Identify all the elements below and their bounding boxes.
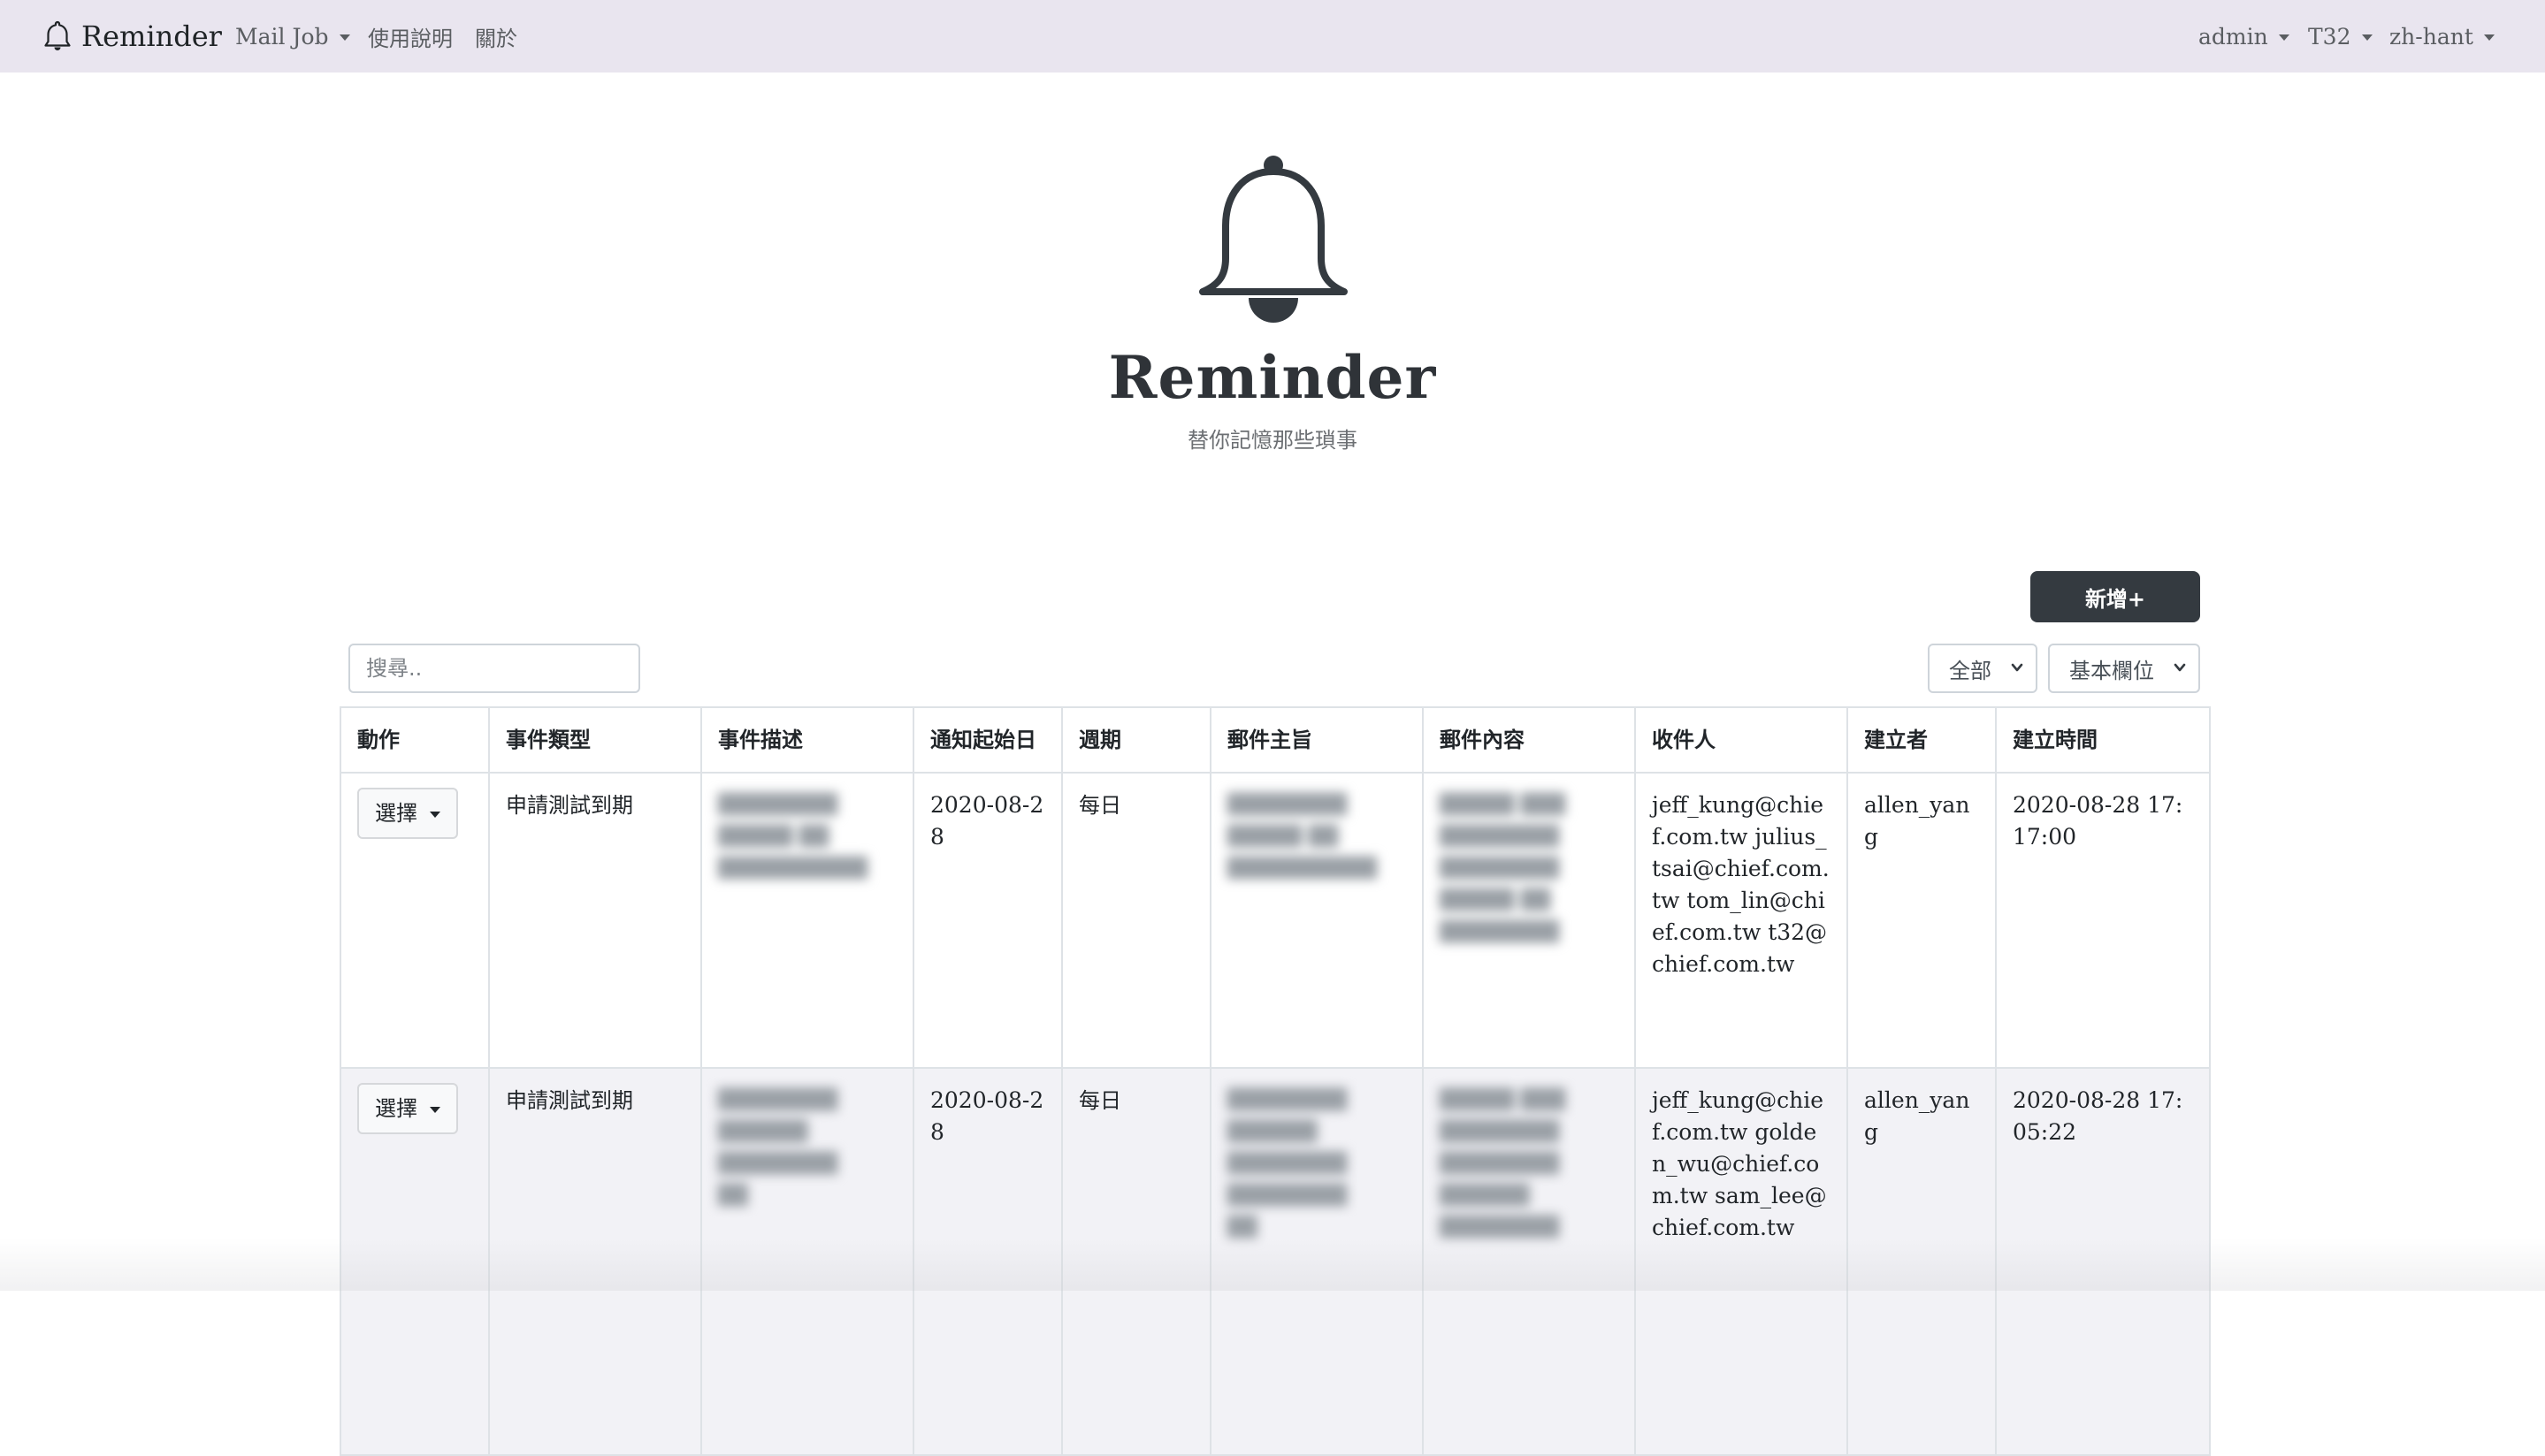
bell-icon [44,20,71,50]
brand-name: Reminder [81,19,222,53]
event-type-cell: 申請測試到期 [488,1067,702,1456]
mail-content-cell: █████ ███ ████████ ████████ █████ ██ ███████… [1422,772,1636,1069]
nav-mail-job-dropdown[interactable]: Mail Job [235,0,350,72]
period-cell: 每日 [1061,1067,1211,1456]
choose-action-button[interactable]: 選擇 [357,1083,458,1134]
table-row: 選擇 申請測試到期 ████████ █████ ██ ██████████ 202… [340,772,2211,1069]
column-header[interactable]: 週期 [1061,706,1211,774]
nav-help-link[interactable]: 使用說明 [368,0,453,72]
columns-select-value: 基本欄位 [2069,658,2154,683]
user-name: admin [2198,23,2268,50]
created-at-cell: 2020-08-28 17:17:00 [1995,772,2211,1069]
caret-down-icon [339,34,350,41]
org-name: T32 [2308,23,2351,50]
start-date-cell: 2020-08-28 [913,1067,1063,1456]
filter-select-value: 全部 [1949,658,1991,683]
reminder-table: 動作 事件類型 事件描述 通知起始日 週期 郵件主旨 郵件內容 收件人 建立者 … [340,706,2211,1456]
mail-subject-cell: ████████ ██████ ████████ ████████ ██ [1210,1067,1424,1456]
caret-down-icon [430,1106,440,1113]
filter-select[interactable]: 全部 [1928,644,2037,693]
redacted-text: █████ ███ ████████ ████████ ██████ ████████ [1440,1089,1566,1239]
action-cell: 選擇 [340,772,490,1069]
redacted-text: ████████ █████ ██ ██████████ [1227,794,1378,880]
caret-down-icon [430,811,440,818]
columns-select[interactable]: 基本欄位 [2048,644,2200,693]
chevron-down-icon [2011,663,2023,672]
choose-action-label: 選擇 [375,1096,417,1121]
page-subtitle: 替你記憶那些瑣事 [1188,428,1357,453]
nav-about-label: 關於 [475,26,517,51]
column-header[interactable]: 動作 [340,706,490,774]
creator-cell: allen_yang [1846,772,1997,1069]
event-description-cell: ████████ █████ ██ ██████████ [700,772,914,1069]
start-date-cell: 2020-08-28 [913,772,1063,1069]
redacted-text: ████████ ██████ ████████ ████████ ██ [1227,1089,1348,1239]
event-description-cell: ████████ ██████ ████████ ██ [700,1067,914,1456]
column-header[interactable]: 收件人 [1634,706,1848,774]
event-type-cell: 申請測試到期 [488,772,702,1069]
search-input[interactable] [348,644,640,693]
add-button[interactable]: 新增+ [2030,571,2200,622]
redacted-text: ████████ ██████ ████████ ██ [718,1089,838,1207]
created-at-cell: 2020-08-28 17:05:22 [1995,1067,2211,1456]
choose-action-label: 選擇 [375,801,417,826]
chevron-down-icon [2174,663,2186,672]
nav-about-link[interactable]: 關於 [475,0,517,72]
column-header[interactable]: 事件描述 [700,706,914,774]
nav-mail-job-label: Mail Job [235,23,329,50]
column-header[interactable]: 建立者 [1846,706,1997,774]
brand-link[interactable]: Reminder [42,0,222,72]
bell-icon [1199,156,1348,323]
language-dropdown[interactable]: zh-hant [2389,0,2495,72]
redacted-text: █████ ███ ████████ ████████ █████ ██ ███████… [1440,794,1566,943]
caret-down-icon [2361,34,2373,41]
table-row: 選擇 申請測試到期 ████████ ██████ ████████ ██ 2020-… [340,1067,2211,1456]
column-header[interactable]: 通知起始日 [913,706,1063,774]
caret-down-icon [2278,34,2289,41]
recipients-cell: jeff_kung@chief.com.tw golden_wu@chief.c… [1634,1067,1848,1456]
column-header[interactable]: 建立時間 [1995,706,2211,774]
language-name: zh-hant [2389,23,2473,50]
org-dropdown[interactable]: T32 [2308,0,2373,72]
recipients-cell: jeff_kung@chief.com.tw julius_tsai@chief… [1634,772,1848,1069]
page-title: Reminder [1108,343,1437,412]
period-cell: 每日 [1061,772,1211,1069]
redacted-text: ████████ █████ ██ ██████████ [718,794,868,880]
column-header[interactable]: 事件類型 [488,706,702,774]
nav-help-label: 使用說明 [368,26,453,51]
column-header[interactable]: 郵件內容 [1422,706,1636,774]
table-header-row: 動作 事件類型 事件描述 通知起始日 週期 郵件主旨 郵件內容 收件人 建立者 … [340,706,2211,774]
mail-subject-cell: ████████ █████ ██ ██████████ [1210,772,1424,1069]
top-navbar: Reminder Mail Job 使用說明 關於 admin T32 zh-h… [0,0,2545,72]
caret-down-icon [2483,34,2495,41]
mail-content-cell: █████ ███ ████████ ████████ ██████ ████████ [1422,1067,1636,1456]
choose-action-button[interactable]: 選擇 [357,788,458,839]
action-cell: 選擇 [340,1067,490,1456]
creator-cell: allen_yang [1846,1067,1997,1456]
column-header[interactable]: 郵件主旨 [1210,706,1424,774]
user-dropdown[interactable]: admin [2198,0,2289,72]
